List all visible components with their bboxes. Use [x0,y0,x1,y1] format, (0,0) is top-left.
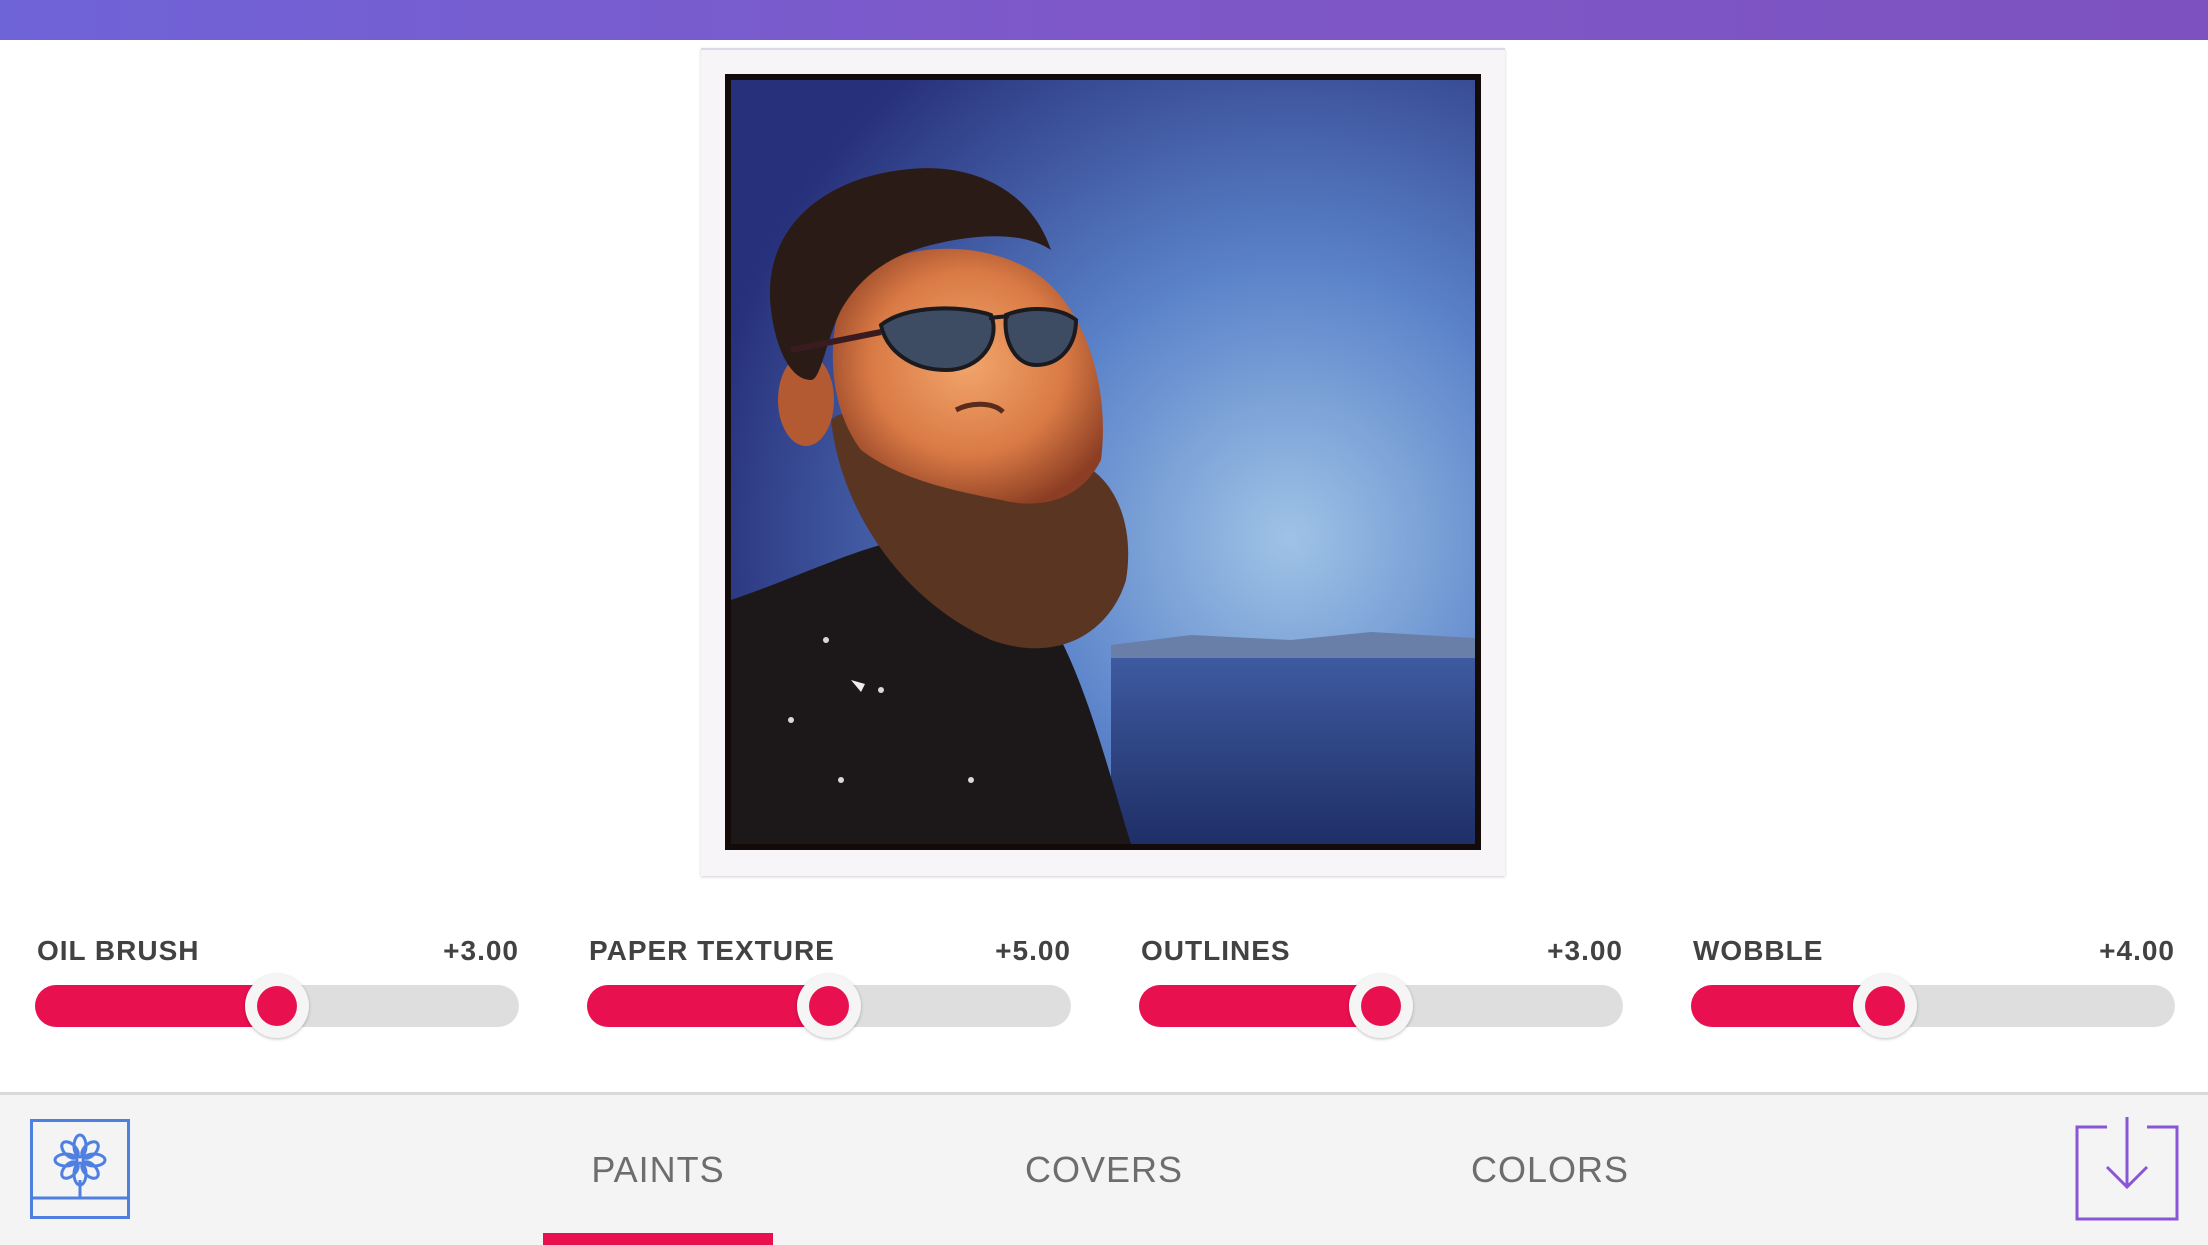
slider-track[interactable] [35,974,519,1038]
bottom-toolbar: PAINTS COVERS COLORS [0,1092,2208,1245]
top-status-bar [0,0,2208,40]
slider-value: +3.00 [1547,935,1623,966]
tab-colors[interactable]: COLORS [1430,1149,1670,1191]
flower-logo-icon [33,1133,127,1200]
slider-track[interactable] [1691,974,2175,1038]
slider-wobble: WOBBLE +4.00 [1691,925,2175,1038]
photo-preview[interactable] [725,74,1481,850]
slider-fill [1139,985,1381,1027]
slider-oil-brush: OIL BRUSH +3.00 [35,925,519,1038]
slider-handle[interactable] [1852,974,1917,1038]
photo-preview-frame [701,48,1505,876]
slider-label: OIL BRUSH [37,935,200,966]
download-icon [2075,1117,2179,1221]
slider-label: PAPER TEXTURE [589,935,835,966]
active-tab-indicator [543,1233,773,1245]
slider-value: +3.00 [443,935,519,966]
slider-outlines: OUTLINES +3.00 [1139,925,1623,1038]
slider-handle[interactable] [1349,974,1413,1038]
slider-fill [587,985,829,1027]
app-logo-button[interactable] [30,1119,130,1219]
slider-value: +4.00 [2099,935,2175,966]
slider-paper-texture: PAPER TEXTURE +5.00 [587,925,1071,1038]
slider-value: +5.00 [995,935,1071,966]
slider-fill [35,985,277,1027]
download-button[interactable] [2075,1117,2179,1221]
tab-paints[interactable]: PAINTS [538,1149,778,1191]
watercolor-portrait-photo [731,80,1475,844]
slider-track[interactable] [1139,974,1623,1038]
slider-label: WOBBLE [1693,935,1824,966]
slider-handle[interactable] [797,974,861,1038]
tab-covers[interactable]: COVERS [984,1149,1224,1191]
slider-handle[interactable] [245,974,309,1038]
slider-label: OUTLINES [1141,935,1291,966]
slider-track[interactable] [587,974,1071,1038]
